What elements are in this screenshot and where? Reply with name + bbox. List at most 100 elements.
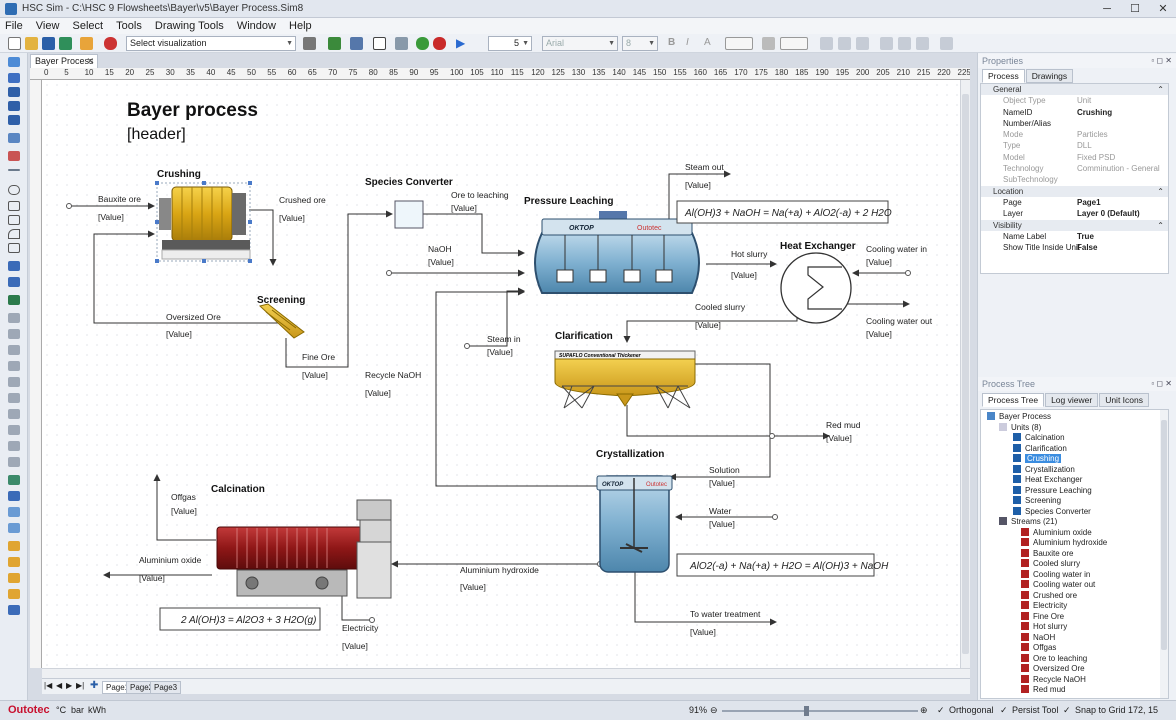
group-tool-icon[interactable] [8, 329, 20, 339]
measure-tool-icon[interactable] [8, 523, 20, 533]
menu-view[interactable]: View [31, 18, 65, 34]
tree-unit-item[interactable]: Clarification [1013, 443, 1067, 455]
clipboard-icon[interactable] [80, 37, 93, 50]
prev-page-icon[interactable]: ◀ [56, 681, 62, 690]
stream-tree-item[interactable]: Cooled slurry [1021, 559, 1080, 570]
settings-tool-icon[interactable] [8, 605, 20, 615]
rectangle-tool-icon[interactable] [8, 201, 20, 211]
add-page-icon[interactable]: ✚ [90, 680, 98, 691]
property-value[interactable]: Unit [1077, 95, 1091, 106]
property-row[interactable]: Show Title Inside Unit False [981, 242, 1168, 253]
italic-icon[interactable]: I [686, 37, 699, 50]
stream-icon[interactable] [350, 37, 363, 50]
visualization-select[interactable]: Select visualization ▼ [126, 36, 296, 51]
import-tool-icon[interactable] [8, 491, 20, 501]
scroll-thumb[interactable] [962, 94, 969, 654]
run-icon[interactable] [416, 37, 429, 50]
play-icon[interactable]: ▶ [456, 37, 469, 50]
property-row[interactable]: Page Page1 [981, 197, 1168, 208]
connect-tool-icon[interactable] [8, 115, 20, 125]
stream-tree-item[interactable]: Offgas [1021, 643, 1056, 654]
collapse-icon[interactable]: ⌃ [1157, 186, 1164, 197]
property-row[interactable]: Technology Comminution - General [981, 163, 1168, 174]
stream-tree-item[interactable]: Cooling water out [1021, 580, 1095, 591]
page-tab-3[interactable]: Page3 [150, 681, 182, 694]
process-tree[interactable]: Bayer Process Units (8) Calcination Clarifi… [980, 409, 1169, 699]
menu-help[interactable]: Help [284, 18, 317, 34]
property-value[interactable]: Comminution - General [1077, 163, 1160, 174]
tree-scroll-thumb[interactable] [1161, 420, 1167, 650]
copy-icon[interactable] [395, 37, 408, 50]
line-tool-icon[interactable] [8, 169, 20, 171]
lock-tool-icon[interactable] [8, 457, 20, 467]
tree-units-folder[interactable]: Units (8) [999, 422, 1041, 434]
arc-tool-icon[interactable] [8, 229, 20, 239]
snap-grid-label[interactable]: Snap to Grid [1075, 705, 1126, 715]
next-page-icon[interactable]: ▶ [66, 681, 72, 690]
folder-tool-icon[interactable] [8, 541, 20, 551]
clarification-unit[interactable]: SUPAFLO Conventional Thickener [554, 350, 696, 409]
chart-tool-icon[interactable] [8, 151, 20, 161]
layer-tool-icon[interactable] [8, 313, 20, 323]
persist-tool-check-icon[interactable]: ✓ [1000, 705, 1008, 716]
image-tool-icon[interactable] [8, 295, 20, 305]
menu-drawing-tools[interactable]: Drawing Tools [150, 18, 229, 34]
font-family-select[interactable]: Arial ▼ [542, 36, 618, 51]
tree-unit-item[interactable]: Pressure Leaching [1013, 485, 1092, 497]
property-row[interactable]: NameID Crushing [981, 107, 1168, 118]
rotate-tool-icon[interactable] [8, 377, 20, 387]
menu-tools[interactable]: Tools [111, 18, 147, 34]
screening-unit[interactable] [258, 303, 305, 339]
property-row[interactable]: Object Type Unit [981, 95, 1168, 106]
new-icon[interactable] [8, 37, 21, 50]
tab-process[interactable]: Process [982, 69, 1025, 83]
polygon-tool-icon[interactable] [8, 243, 20, 253]
tab-log-viewer[interactable]: Log viewer [1045, 393, 1099, 407]
vertical-scrollbar[interactable] [960, 80, 970, 668]
pointer-tool-icon[interactable] [8, 57, 20, 67]
property-row[interactable]: Model Fixed PSD [981, 152, 1168, 163]
stream-red-mud[interactable] [626, 405, 830, 440]
zoom-in-icon[interactable]: ⊕ [920, 705, 928, 716]
crushing-unit[interactable] [155, 181, 252, 263]
symbol-tool-icon[interactable] [8, 589, 20, 599]
open-folder-icon[interactable] [25, 37, 38, 50]
font-size-select[interactable]: 8 ▼ [622, 36, 658, 51]
rounded-rect-tool-icon[interactable] [8, 215, 20, 225]
property-category[interactable]: Location ⌃ [981, 185, 1168, 197]
close-icon[interactable]: ✕ [86, 55, 94, 68]
stream-tree-item[interactable]: Cooling water in [1021, 569, 1090, 581]
horizontal-scrollbar[interactable] [42, 668, 970, 678]
stream-tree-item[interactable]: NaOH [1021, 632, 1055, 644]
close-button[interactable]: ✕ [1150, 0, 1176, 18]
first-page-icon[interactable]: |◀ [44, 681, 52, 690]
snap-grid-check-icon[interactable]: ✓ [1063, 705, 1071, 716]
flip-tool-icon[interactable] [8, 393, 20, 403]
stream-tree-item[interactable]: Hot slurry [1021, 622, 1067, 633]
border-style-icon[interactable] [780, 37, 808, 50]
save-as-icon[interactable] [59, 37, 72, 50]
last-page-icon[interactable]: ▶| [76, 681, 84, 690]
property-row[interactable]: Layer Layer 0 (Default) [981, 208, 1168, 219]
export-tool-icon[interactable] [8, 475, 20, 485]
property-value[interactable]: DLL [1077, 140, 1092, 151]
unit-tool-icon[interactable] [8, 73, 20, 83]
line-style-icon[interactable] [725, 37, 753, 50]
maximize-button[interactable]: ☐ [1122, 0, 1148, 18]
pressure-leaching-unit[interactable]: OKTOP Outotec [534, 211, 700, 294]
tree-unit-item[interactable]: Calcination [1013, 433, 1065, 444]
layers-icon[interactable] [328, 37, 341, 50]
stream-fine-ore[interactable] [285, 210, 393, 368]
property-grid[interactable]: General ⌃ Object Type Unit NameID Crushing Num… [980, 83, 1169, 274]
size-tool-icon[interactable] [8, 425, 20, 435]
stream-tree-item[interactable]: Crushed ore [1021, 590, 1077, 602]
snap-tool-icon[interactable] [8, 507, 20, 517]
tab-process-tree[interactable]: Process Tree [982, 393, 1045, 407]
stream-tree-item[interactable]: Ore to leaching [1021, 653, 1087, 665]
species-converter-unit[interactable] [394, 200, 424, 229]
tree-unit-item[interactable]: Species Converter [1013, 506, 1091, 518]
collapse-icon[interactable]: ⌃ [1157, 220, 1164, 231]
stream-tree-item[interactable]: Aluminium oxide [1021, 527, 1092, 539]
tree-unit-item[interactable]: Screening [1013, 496, 1061, 507]
bold-icon[interactable]: B [668, 37, 681, 50]
